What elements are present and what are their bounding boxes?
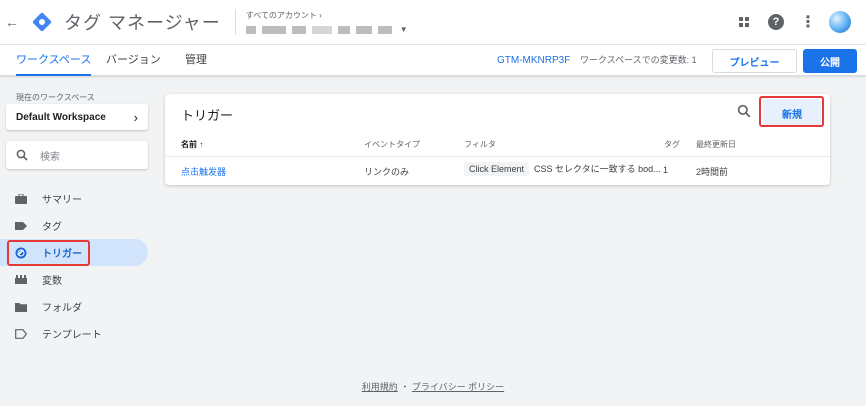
trigger-tag-count: 1 bbox=[663, 165, 669, 175]
current-workspace-label: 現在のワークスペース bbox=[16, 93, 95, 102]
container-name-redacted: ▼ bbox=[245, 25, 408, 34]
trigger-last-edited: 2時間前 bbox=[696, 167, 729, 177]
column-header-filter[interactable]: フィルタ bbox=[464, 139, 496, 150]
workspace-changes-count: ワークスペースでの変更数: 1 bbox=[580, 55, 697, 65]
search-placeholder: 検索 bbox=[40, 151, 60, 163]
trigger-icon bbox=[14, 246, 28, 260]
account-label: すべてのアカウント › bbox=[245, 11, 322, 20]
tag-icon bbox=[14, 219, 28, 233]
footer-separator: ・ bbox=[400, 382, 410, 392]
sidebar-item-label: フォルダ bbox=[42, 303, 82, 314]
workspace-selector[interactable]: Default Workspace › bbox=[6, 104, 148, 130]
terms-link[interactable]: 利用規約 bbox=[362, 382, 398, 392]
template-icon bbox=[14, 327, 28, 341]
help-icon[interactable]: ? bbox=[764, 10, 788, 34]
sidebar-item-label: サマリー bbox=[42, 195, 82, 206]
privacy-link[interactable]: プライバシー ポリシー bbox=[412, 382, 504, 392]
column-header-last-edited[interactable]: 最終更新日 bbox=[696, 139, 736, 150]
filter-text: CSS セレクタに一致する bod... bbox=[534, 164, 661, 174]
filter-chip: Click Element bbox=[464, 162, 530, 176]
redacted-block bbox=[261, 25, 286, 34]
sidebar-item-label: タグ bbox=[42, 222, 62, 233]
page-title: トリガー bbox=[181, 108, 234, 123]
sidebar-item-label: テンプレート bbox=[42, 330, 102, 341]
dropdown-caret-icon[interactable]: ▼ bbox=[400, 25, 408, 34]
trigger-filter: Click Element CSS セレクタに一致する bod... bbox=[464, 162, 661, 176]
sidebar-item-templates[interactable]: テンプレート bbox=[0, 320, 148, 347]
header-actions: ? ⋮ bbox=[724, 10, 852, 34]
column-header-event-type[interactable]: イベントタイプ bbox=[364, 139, 420, 150]
account-selector[interactable]: すべてのアカウント › ▼ bbox=[245, 10, 408, 34]
sidebar-item-label: 変数 bbox=[42, 276, 62, 287]
sidebar-item-tags[interactable]: タグ bbox=[0, 212, 148, 239]
app-header: ← タグ マネージャー すべてのアカウント › ▼ ? ⋮ bbox=[0, 0, 866, 44]
chevron-right-icon: › bbox=[133, 109, 138, 125]
container-id[interactable]: GTM-MKNRP3F bbox=[497, 45, 570, 76]
avatar[interactable] bbox=[828, 10, 852, 34]
table-divider bbox=[165, 156, 830, 157]
trigger-event-type: リンクのみ bbox=[364, 167, 410, 177]
column-header-tags[interactable]: タグ bbox=[664, 139, 680, 150]
sidebar-item-folders[interactable]: フォルダ bbox=[0, 293, 148, 320]
redacted-block bbox=[377, 25, 392, 34]
gtm-logo-icon[interactable] bbox=[32, 12, 52, 32]
redacted-block bbox=[291, 25, 306, 34]
app-title: タグ マネージャー bbox=[64, 13, 221, 33]
sidebar-item-summary[interactable]: サマリー bbox=[0, 185, 148, 212]
apps-grid-icon[interactable] bbox=[732, 10, 756, 34]
tab-workspace[interactable]: ワークスペース bbox=[16, 45, 92, 76]
redacted-block bbox=[337, 25, 350, 34]
publish-button[interactable]: 公開 bbox=[803, 49, 857, 73]
folder-icon bbox=[14, 300, 28, 314]
variables-icon bbox=[14, 273, 28, 287]
sidebar-search[interactable]: 検索 bbox=[6, 141, 148, 169]
sidebar-item-variables[interactable]: 変数 bbox=[0, 266, 148, 293]
workspace-tabbar: ワークスペース バージョン 管理 GTM-MKNRP3F ワークスペースでの変更… bbox=[0, 44, 866, 76]
sidebar-item-triggers[interactable]: トリガー bbox=[0, 239, 148, 266]
search-icon bbox=[737, 104, 751, 118]
triggers-card: トリガー 新規 名前 ↑ イベントタイプ フィルタ タグ 最終更新日 点击触发器… bbox=[165, 94, 830, 185]
tab-admin[interactable]: 管理 bbox=[185, 45, 207, 76]
search-icon bbox=[16, 149, 28, 161]
page-footer: 利用規約 ・ プライバシー ポリシー bbox=[0, 380, 866, 393]
tab-versions[interactable]: バージョン bbox=[106, 45, 161, 76]
preview-button[interactable]: プレビュー bbox=[712, 49, 797, 73]
back-arrow-icon[interactable]: ← bbox=[2, 14, 22, 30]
workspace-name: Default Workspace bbox=[16, 111, 106, 123]
sidebar-item-label: トリガー bbox=[42, 249, 82, 260]
redacted-block bbox=[245, 25, 256, 34]
briefcase-icon bbox=[14, 192, 28, 206]
table-search-button[interactable] bbox=[737, 104, 751, 121]
more-vert-icon[interactable]: ⋮ bbox=[796, 10, 820, 34]
new-trigger-button[interactable]: 新規 bbox=[763, 99, 821, 127]
column-header-name[interactable]: 名前 ↑ bbox=[181, 139, 203, 150]
redacted-block bbox=[311, 25, 332, 34]
redacted-block bbox=[355, 25, 372, 34]
trigger-name-link[interactable]: 点击触发器 bbox=[181, 165, 226, 178]
header-divider bbox=[234, 9, 236, 35]
